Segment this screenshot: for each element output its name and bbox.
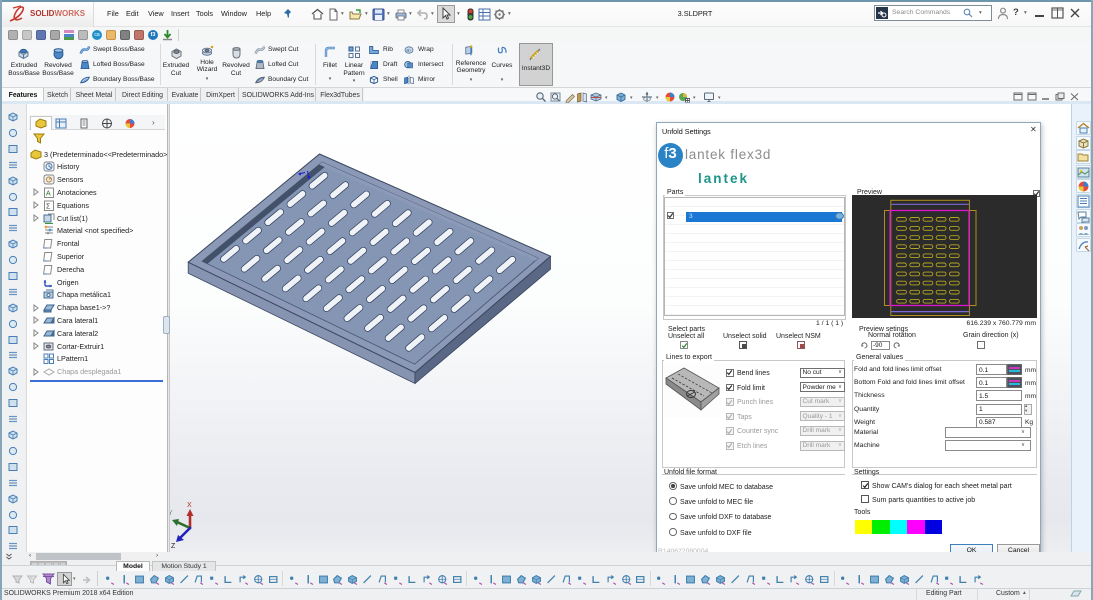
svg-text:Σ: Σ xyxy=(46,203,51,210)
svg-text:Z: Z xyxy=(171,543,176,548)
svg-text:X: X xyxy=(187,502,192,509)
svg-text:A: A xyxy=(46,190,51,197)
